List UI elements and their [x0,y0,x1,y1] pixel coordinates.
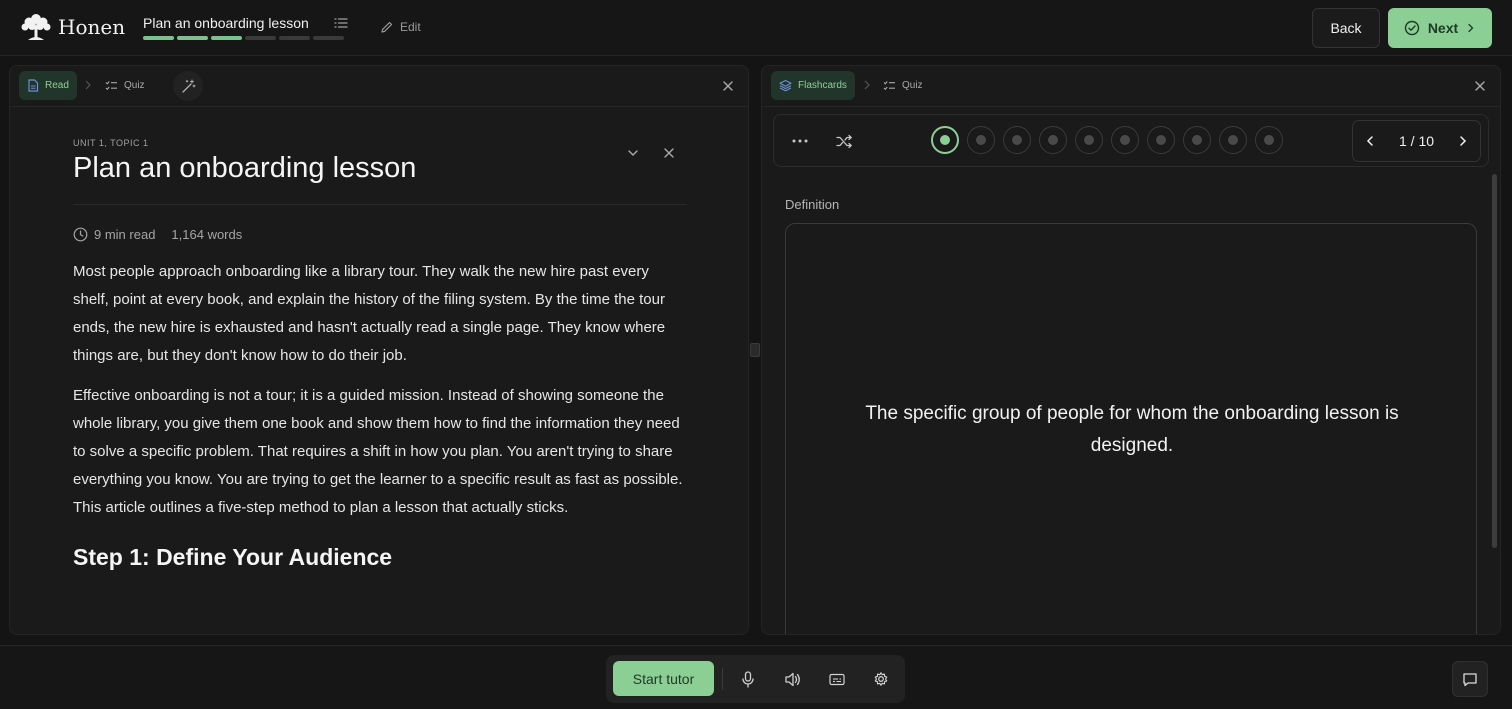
next-button[interactable]: Next [1388,8,1492,48]
checklist-icon [883,80,895,90]
pager-text: 1 / 10 [1398,133,1435,149]
flashcard[interactable]: The specific group of people for whom th… [785,223,1477,634]
document-icon [28,79,39,92]
card-dots [931,126,1283,154]
word-count: 1,164 words [171,227,243,242]
lesson-title: Plan an onboarding lesson [143,15,309,31]
close-icon[interactable] [721,79,735,93]
tree-icon [21,14,51,40]
card-dot[interactable] [1219,126,1247,154]
progress-segment [143,36,174,40]
card-dot[interactable] [1075,126,1103,154]
next-label: Next [1427,20,1459,36]
chevron-right-icon [864,80,870,90]
read-panel-header: Read Quiz [10,66,748,107]
microphone-icon [742,670,754,688]
magic-wand-button[interactable] [173,71,203,101]
tutor-controls: Start tutor [606,655,905,703]
chat-button[interactable] [1452,661,1488,697]
divider [722,668,723,690]
card-dot[interactable] [931,126,959,154]
more-horizontal-icon [792,139,808,143]
section-heading: Step 1: Define Your Audience [73,544,393,570]
read-panel: Read Quiz UNIT 1, TOPIC 1 Plan an onboar… [9,65,749,635]
checklist-icon [105,80,117,90]
tab-quiz-label: Quiz [124,80,145,91]
article-meta: 9 min read 1,164 words [73,227,687,242]
progress-segment [313,36,344,40]
tab-read[interactable]: Read [19,71,77,100]
gear-icon [874,672,888,686]
pencil-icon [381,21,393,33]
progress-segment [279,36,310,40]
settings-button[interactable] [871,669,891,689]
flashcard-text: The specific group of people for whom th… [865,403,1399,456]
card-dot[interactable] [1183,126,1211,154]
tab-quiz-label: Quiz [902,80,923,91]
shuffle-button[interactable] [832,129,856,153]
read-time-text: 9 min read [94,227,156,242]
back-button[interactable]: Back [1312,8,1380,48]
paragraph: Most people approach onboarding like a l… [73,263,666,364]
card-dot[interactable] [1003,126,1031,154]
tab-quiz[interactable]: Quiz [875,71,931,100]
shuffle-icon [835,134,852,148]
clock-icon [73,227,88,242]
chat-icon [1463,672,1477,686]
card-dot[interactable] [1039,126,1067,154]
more-button[interactable] [788,129,812,153]
article-title: Plan an onboarding lesson [73,152,417,184]
logo[interactable]: Honen [20,12,125,42]
chevron-right-icon [1468,23,1474,33]
card-side-label: Definition [785,197,840,212]
read-time: 9 min read [73,227,155,242]
card-dot[interactable] [1147,126,1175,154]
app-name: Honen [58,15,126,39]
close-icon[interactable] [1473,79,1487,93]
progress-segment [245,36,276,40]
divider [73,204,687,205]
check-circle-icon [1404,20,1420,36]
chevron-right-icon[interactable] [1458,135,1468,147]
layers-icon [779,79,792,92]
tab-flashcards[interactable]: Flashcards [771,71,855,100]
chevron-right-icon [85,80,91,90]
edit-button[interactable]: Edit [380,20,421,34]
progress-segment [211,36,242,40]
tab-read-label: Read [45,80,69,91]
unit-label: UNIT 1, TOPIC 1 [73,138,149,148]
paragraph: Effective onboarding is not a tour; it i… [73,387,683,516]
card-dot[interactable] [1111,126,1139,154]
tab-quiz[interactable]: Quiz [97,71,153,100]
panel-resize-handle[interactable] [750,343,760,357]
card-pager: 1 / 10 [1352,120,1481,162]
magic-wand-icon [181,79,195,93]
tab-flashcards-label: Flashcards [798,80,847,91]
start-tutor-button[interactable]: Start tutor [613,661,714,696]
flashcard-toolbar: 1 / 10 [773,114,1489,167]
top-bar: Honen Plan an onboarding lesson Edit Bac… [0,0,1512,56]
microphone-button[interactable] [738,669,758,689]
bottom-bar: Start tutor [0,645,1512,709]
captions-button[interactable] [827,669,847,689]
captions-icon [829,673,845,685]
chevron-left-icon[interactable] [1365,135,1375,147]
card-dot[interactable] [1255,126,1283,154]
speaker-icon [784,672,800,686]
flashcards-panel-header: Flashcards Quiz [762,66,1500,107]
edit-label: Edit [400,20,421,34]
card-dot[interactable] [967,126,995,154]
article: UNIT 1, TOPIC 1 Plan an onboarding lesso… [73,138,687,571]
progress-segment [177,36,208,40]
list-icon[interactable] [334,16,348,30]
speaker-button[interactable] [782,669,802,689]
lesson-progress [143,36,344,40]
scrollbar[interactable] [1492,174,1497,548]
flashcards-panel: Flashcards Quiz 1 / 10 Definition The sp… [761,65,1501,635]
